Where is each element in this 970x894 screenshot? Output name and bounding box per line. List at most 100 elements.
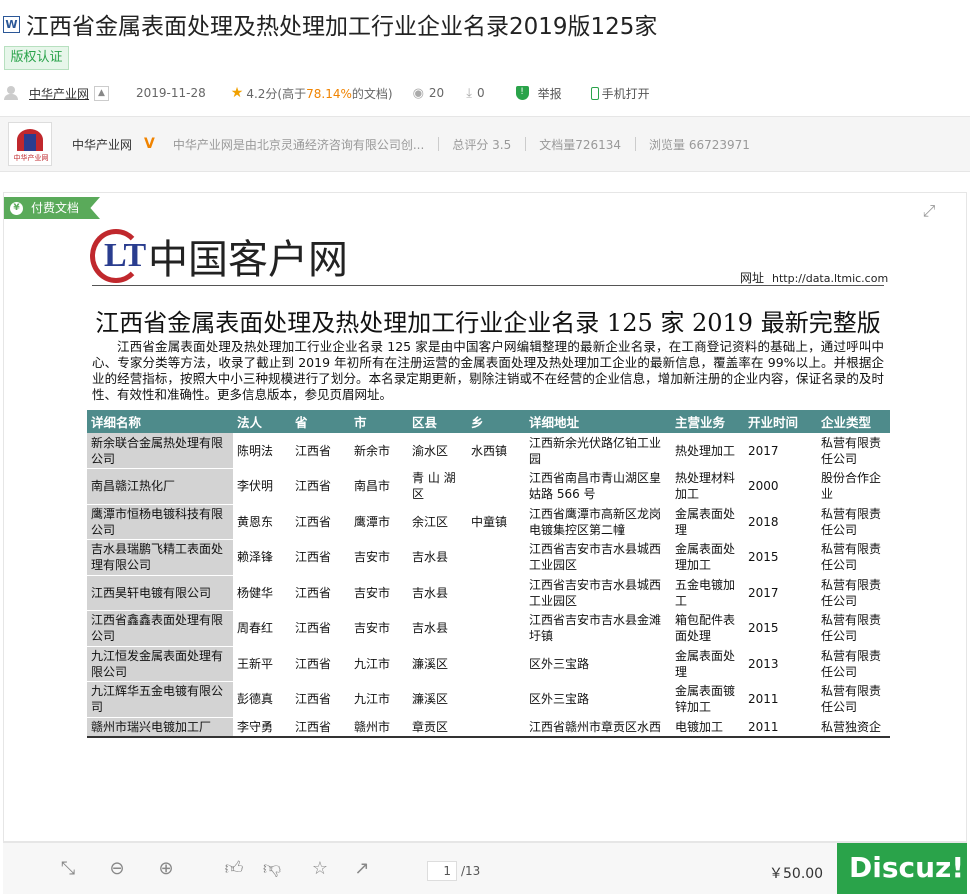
author-link[interactable]: 中华产业网: [29, 85, 89, 102]
table-cell: [467, 610, 525, 647]
table-cell: [467, 681, 525, 718]
author-avatar[interactable]: 中华产业网: [8, 122, 52, 166]
zoom-out-icon[interactable]: ⊖: [106, 858, 128, 880]
download-count: 0: [476, 86, 485, 100]
page-title: 江西省金属表面处理及热处理加工行业企业名录2019版125家: [26, 14, 658, 40]
eye-icon: ◉: [412, 85, 424, 101]
table-cell: 私营有限责任公司: [817, 610, 890, 647]
table-cell: [467, 575, 525, 611]
table-cell: 黄恩东: [233, 504, 291, 540]
page-number-input[interactable]: 1: [427, 861, 457, 881]
thumbs-up-icon[interactable]: 👍︎: [223, 858, 245, 880]
table-cell: 余江区: [408, 504, 467, 540]
column-header: 详细名称: [87, 410, 233, 433]
table-cell: 陈明法: [233, 433, 291, 469]
divider: [438, 137, 440, 151]
watermark-text: Discuz!: [849, 851, 965, 884]
table-cell: 2015: [744, 539, 817, 576]
title-row: W 江西省金属表面处理及热处理加工行业企业名录2019版125家: [0, 6, 657, 42]
upload-date: 2019-11-28: [136, 86, 206, 100]
page-total: /13: [461, 864, 481, 878]
table-cell: 鹰潭市: [350, 504, 408, 540]
buy-button[interactable]: Discuz!: [837, 843, 967, 894]
table-cell: 李伏明: [233, 468, 291, 505]
zoom-in-icon[interactable]: ⊕: [155, 858, 177, 880]
fullscreen-icon[interactable]: ⤢: [920, 202, 938, 220]
favorite-star-icon[interactable]: ☆: [309, 858, 331, 880]
view-count: 20: [428, 86, 445, 100]
table-cell: 濂溪区: [408, 646, 467, 682]
table-cell: 渝水区: [408, 433, 467, 469]
table-cell: 吉水县瑞鹏飞精工表面处理有限公司: [87, 539, 233, 576]
table-cell: 金属表面处理加工: [671, 539, 744, 576]
author-browse-count: 浏览量 66723971: [649, 137, 750, 152]
table-cell: 私营有限责任公司: [817, 646, 890, 682]
table-cell: 九江辉华五金电镀有限公司: [87, 681, 233, 718]
table-cell: 濂溪区: [408, 681, 467, 718]
column-header: 省: [291, 410, 350, 433]
share-icon[interactable]: ↗: [351, 858, 373, 880]
table-cell: 杨健华: [233, 575, 291, 611]
author-info-bar: 中华产业网 中华产业网 V 中华产业网是由北京灵通经济咨询有限公司创... 总评…: [0, 116, 970, 172]
table-cell: 九江市: [350, 646, 408, 682]
table-cell: 吉水县: [408, 575, 467, 611]
fit-page-icon[interactable]: ⤡: [57, 858, 79, 880]
shield-icon[interactable]: !: [515, 86, 529, 100]
table-cell: 江西新余光伏路亿铂工业园: [525, 433, 671, 469]
table-cell: 江西省赣州市章贡区水西: [525, 717, 671, 738]
thumbs-down-icon[interactable]: 👎︎: [261, 858, 283, 880]
table-cell: 2011: [744, 717, 817, 738]
table-cell: 区外三宝路: [525, 681, 671, 718]
divider: [635, 137, 637, 151]
table-cell: 私营独资企: [817, 717, 890, 738]
table-cell: 电镀加工: [671, 717, 744, 738]
table-cell: 江西省: [291, 539, 350, 576]
header-rule: [92, 285, 884, 286]
word-doc-icon: W: [3, 15, 20, 33]
table-row: 九江恒发金属表面处理有限公司 王新平 江西省 九江市 濂溪区 区外三宝路 金属表面处理 201…: [87, 646, 890, 682]
table-cell: 吉安市: [350, 610, 408, 647]
column-header: 法人: [233, 410, 291, 433]
table-cell: 热处理加工: [671, 433, 744, 469]
table-cell: 股份合作企业: [817, 468, 890, 505]
table-cell: 江西省: [291, 504, 350, 540]
table-cell: 江西省: [291, 575, 350, 611]
table-cell: 金属表面处理: [671, 646, 744, 682]
table-cell: 中童镇: [467, 504, 525, 540]
table-cell: 青 山 湖 区: [408, 468, 467, 505]
doc-heading: 江西省金属表面处理及热处理加工行业企业名录 125 家 2019 最新完整版: [95, 309, 881, 337]
column-header: 区县: [408, 410, 467, 433]
column-header: 详细地址: [525, 410, 671, 433]
author-score: 总评分 3.5: [452, 137, 512, 152]
table-cell: 江西省: [291, 717, 350, 738]
column-header: 企业类型: [817, 410, 890, 433]
doc-intro: 江西省金属表面处理及热处理加工行业企业名录 125 家是由中国客户网编辑整理的最…: [92, 339, 884, 402]
download-icon: ⤓: [466, 85, 472, 101]
table-cell: 吉水县: [408, 610, 467, 647]
copyright-cert-badge[interactable]: 版权认证: [4, 46, 69, 70]
table-cell: 江西省: [291, 681, 350, 718]
chevron-up-icon[interactable]: ▲: [94, 85, 110, 101]
table-row: 新余联合金属热处理有限公司 陈明法 江西省 新余市 渝水区 水西镇 江西新余光伏路亿铂工业园…: [87, 433, 890, 469]
table-cell: 赣州市瑞兴电镀加工厂: [87, 717, 233, 738]
table-cell: 区外三宝路: [525, 646, 671, 682]
table-cell: 赣州市: [350, 717, 408, 738]
report-link[interactable]: 举报: [538, 85, 562, 102]
table-cell: 江西省: [291, 433, 350, 469]
phone-icon[interactable]: [590, 86, 599, 100]
table-cell: 2013: [744, 646, 817, 682]
author-name[interactable]: 中华产业网: [72, 136, 132, 153]
table-row: 江西省鑫鑫表面处理有限公司 周春红 江西省 吉安市 吉水县 江西省吉安市吉水县金滩圩镇 箱包…: [87, 610, 890, 647]
table-cell: [467, 646, 525, 682]
user-icon: [4, 86, 18, 100]
table-cell: 九江市: [350, 681, 408, 718]
open-on-mobile-link[interactable]: 手机打开: [602, 85, 650, 102]
brand-name: 中国客户网: [148, 237, 348, 283]
document-viewer: ¥ 付费文档 ⤢ LT 中国客户网 网址 http://data.ltmic.co…: [3, 192, 967, 842]
table-cell: 江西省吉安市吉水县金滩圩镇: [525, 610, 671, 647]
table-cell: 私营有限责任公司: [817, 681, 890, 718]
doc-meta-bar: 中华产业网 ▲ 2019-11-28 ★ 4.2分(高于78.14%的文档) ◉…: [0, 82, 650, 104]
table-cell: 金属表面镀锌加工: [671, 681, 744, 718]
author-doc-count: 文档量726134: [539, 137, 622, 152]
viewer-toolbar: ⤡ ⊖ ⊕ 👍︎ 👎︎ ☆ ↗ 1 /13 ￥50.00 Discuz!: [3, 842, 967, 894]
